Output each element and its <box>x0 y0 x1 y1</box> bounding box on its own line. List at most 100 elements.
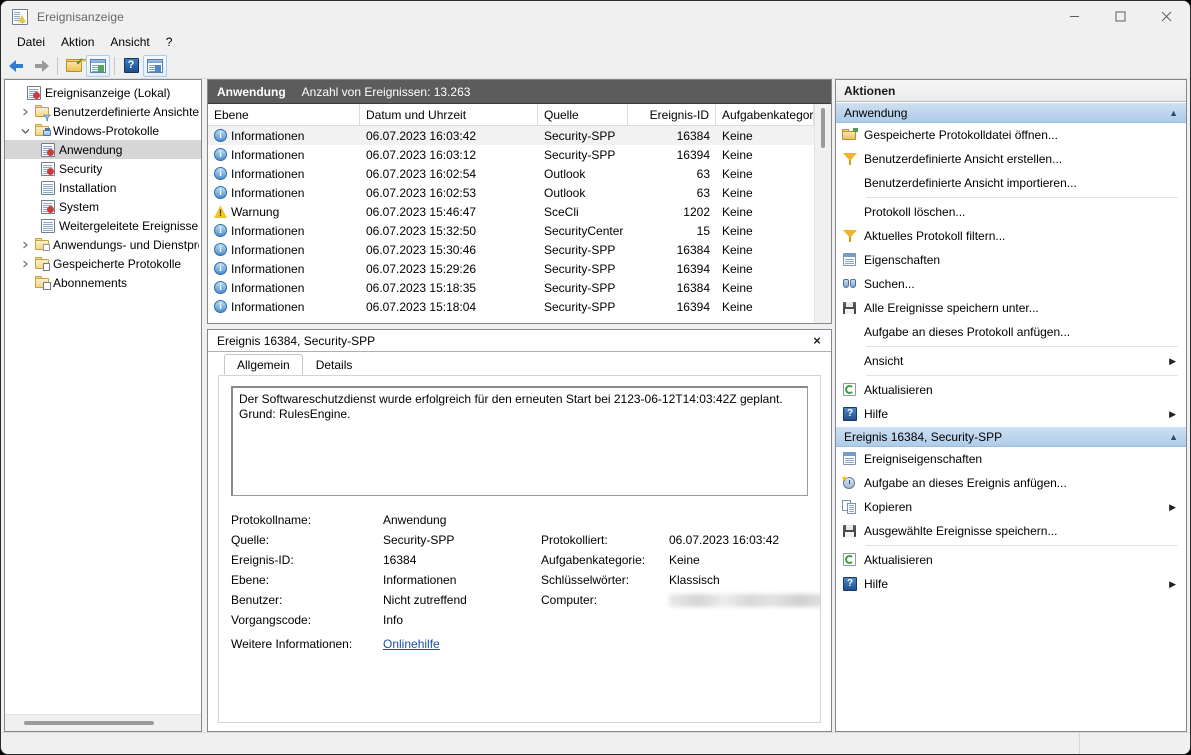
event-list-vertical-scrollbar[interactable] <box>814 104 831 323</box>
help-icon: ? <box>836 577 864 591</box>
table-row[interactable]: i Informationen 06.07.2023 15:18:35 Secu… <box>208 278 814 297</box>
action-properties[interactable]: Eigenschaften <box>836 248 1186 272</box>
chevron-right-icon[interactable] <box>17 241 33 249</box>
arrow-back-icon <box>8 59 26 73</box>
actions-section-label: Ereignis 16384, Security-SPP <box>844 429 1003 444</box>
open-folder-button[interactable]: ✓ <box>62 55 92 77</box>
column-header-datum-uhrzeit[interactable]: Datum und Uhrzeit <box>360 104 538 125</box>
tree-item-event-viewer-root[interactable]: Ereignisanzeige (Lokal) <box>5 83 201 102</box>
tree-item-security[interactable]: Security <box>5 159 201 178</box>
minimize-button[interactable] <box>1051 1 1097 32</box>
action-view[interactable]: Ansicht ▶ <box>836 349 1186 373</box>
table-row[interactable]: i Informationen 06.07.2023 16:03:42 Secu… <box>208 126 814 145</box>
tree-item-abonnements[interactable]: Abonnements <box>5 273 201 292</box>
tab-allgemein[interactable]: Allgemein <box>224 354 303 375</box>
table-row[interactable]: i Informationen 06.07.2023 15:32:50 Secu… <box>208 221 814 240</box>
scrollbar-thumb[interactable] <box>821 108 825 148</box>
show-action-pane-button[interactable] <box>143 54 167 77</box>
event-message-box[interactable]: Der Softwareschutzdienst wurde erfolgrei… <box>231 386 808 496</box>
action-clear-log[interactable]: Protokoll löschen... <box>836 200 1186 224</box>
property-value: Anwendung <box>383 513 447 527</box>
open-folder-icon: ✓ <box>65 57 92 73</box>
cell-ebene-label: Informationen <box>231 166 305 181</box>
column-header-ereignis-id[interactable]: Ereignis-ID <box>628 104 716 125</box>
tree-item-windows-protokolle[interactable]: Windows-Protokolle <box>5 121 201 140</box>
close-icon[interactable]: × <box>809 333 825 349</box>
action-find[interactable]: Suchen... <box>836 272 1186 296</box>
property-key-2: Schlüsselwörter: <box>541 573 630 587</box>
action-help[interactable]: ? Hilfe ▶ <box>836 402 1186 426</box>
scrollbar-thumb[interactable] <box>24 721 154 725</box>
table-row[interactable]: i Informationen 06.07.2023 15:18:04 Secu… <box>208 297 814 316</box>
actions-section-label: Anwendung <box>844 105 908 120</box>
column-header-aufgabenkategorie[interactable]: Aufgabenkategorie <box>716 104 814 125</box>
tab-details[interactable]: Details <box>303 354 366 375</box>
online-help-link[interactable]: Onlinehilfe <box>383 637 541 651</box>
tree-item-anwendungs-und-dienstprotokolle[interactable]: Anwendungs- und Dienstprotokolle <box>5 235 201 254</box>
action-open-saved-log[interactable]: Gespeicherte Protokolldatei öffnen... <box>836 123 1186 147</box>
property-key: Quelle: <box>231 533 270 547</box>
action-import-custom-view[interactable]: Benutzerdefinierte Ansicht importieren..… <box>836 171 1186 195</box>
menu-ansicht[interactable]: Ansicht <box>102 33 157 52</box>
table-row[interactable]: i Informationen 06.07.2023 16:02:54 Outl… <box>208 164 814 183</box>
action-label: Eigenschaften <box>864 253 941 267</box>
column-header-quelle[interactable]: Quelle <box>538 104 628 125</box>
chevron-right-icon[interactable] <box>17 260 33 268</box>
chevron-up-icon[interactable]: ▲ <box>1169 432 1178 442</box>
cell-aufgabenkategorie: Keine <box>722 223 753 238</box>
table-row[interactable]: i Informationen 06.07.2023 15:30:46 Secu… <box>208 240 814 259</box>
actions-section-anwendung[interactable]: Anwendung ▲ <box>836 102 1186 123</box>
tree-item-installation[interactable]: Installation <box>5 178 201 197</box>
table-row[interactable]: i Informationen 06.07.2023 16:02:53 Outl… <box>208 183 814 202</box>
save-icon <box>836 524 864 538</box>
table-row[interactable]: i Informationen 06.07.2023 16:03:12 Secu… <box>208 145 814 164</box>
event-grid-header: Ebene Datum und Uhrzeit Quelle Ereignis-… <box>208 104 814 126</box>
tree-item-gespeicherte-protokolle[interactable]: Gespeicherte Protokolle <box>5 254 201 273</box>
action-event-properties[interactable]: Ereigniseigenschaften <box>836 447 1186 471</box>
cell-ereignis-id: 16394 <box>676 299 710 314</box>
action-save-selected-events[interactable]: Ausgewählte Ereignisse speichern... <box>836 519 1186 543</box>
action-attach-task-to-log[interactable]: Aufgabe an dieses Protokoll anfügen... <box>836 320 1186 344</box>
maximize-button[interactable] <box>1097 1 1143 32</box>
action-refresh-event[interactable]: Aktualisieren <box>836 548 1186 572</box>
action-filter-current-log[interactable]: Aktuelles Protokoll filtern... <box>836 224 1186 248</box>
action-save-all-events[interactable]: Alle Ereignisse speichern unter... <box>836 296 1186 320</box>
chevron-right-icon[interactable] <box>17 108 33 116</box>
menu-datei[interactable]: Datei <box>9 33 53 52</box>
show-tree-pane-button[interactable] <box>86 54 110 77</box>
action-label: Aufgabe an dieses Ereignis anfügen... <box>864 476 1067 490</box>
tree-item-weitergeleitete-ereignisse[interactable]: Weitergeleitete Ereignisse <box>5 216 201 235</box>
log-warning-icon <box>39 199 57 214</box>
event-properties: Protokollname: Anwendung Quelle: Securit… <box>231 510 820 654</box>
action-label: Benutzerdefinierte Ansicht importieren..… <box>864 176 1077 190</box>
action-attach-task-to-event[interactable]: Aufgabe an dieses Ereignis anfügen... <box>836 471 1186 495</box>
menu-hilfe[interactable]: ? <box>158 33 181 52</box>
action-refresh[interactable]: Aktualisieren <box>836 378 1186 402</box>
windows-logs-folder-icon <box>33 124 51 137</box>
action-copy[interactable]: Kopieren ▶ <box>836 495 1186 519</box>
chevron-down-icon[interactable] <box>17 127 33 135</box>
tree-horizontal-scrollbar[interactable] <box>5 714 201 731</box>
tree-item-benutzerdefinierte-ansichten[interactable]: Benutzerdefinierte Ansichten <box>5 102 201 122</box>
cell-datum: 06.07.2023 15:18:35 <box>366 280 477 295</box>
table-row[interactable]: ! Warnung 06.07.2023 15:46:47 SceCli 120… <box>208 202 814 221</box>
menu-aktion[interactable]: Aktion <box>53 33 102 52</box>
actions-section-ereignis[interactable]: Ereignis 16384, Security-SPP ▲ <box>836 426 1186 447</box>
cell-ebene: i Informationen <box>208 186 360 200</box>
chevron-up-icon[interactable]: ▲ <box>1169 108 1178 118</box>
tree-item-anwendung[interactable]: Anwendung <box>5 140 201 159</box>
table-row[interactable]: i Informationen 06.07.2023 15:29:26 Secu… <box>208 259 814 278</box>
info-icon: i <box>214 167 227 180</box>
action-label: Aktualisieren <box>864 383 933 397</box>
cell-quelle: SecurityCenter <box>544 223 624 238</box>
forward-button[interactable] <box>29 55 53 77</box>
cell-ereignis-id: 16384 <box>676 280 710 295</box>
cell-aufgabenkategorie: Keine <box>722 185 753 200</box>
tree-item-system[interactable]: System <box>5 197 201 216</box>
help-button[interactable]: ? <box>119 55 143 77</box>
back-button[interactable] <box>5 55 29 77</box>
action-help-event[interactable]: ? Hilfe ▶ <box>836 572 1186 596</box>
action-create-custom-view[interactable]: Benutzerdefinierte Ansicht erstellen... <box>836 147 1186 171</box>
column-header-ebene[interactable]: Ebene <box>208 104 360 125</box>
close-button[interactable] <box>1143 1 1189 32</box>
